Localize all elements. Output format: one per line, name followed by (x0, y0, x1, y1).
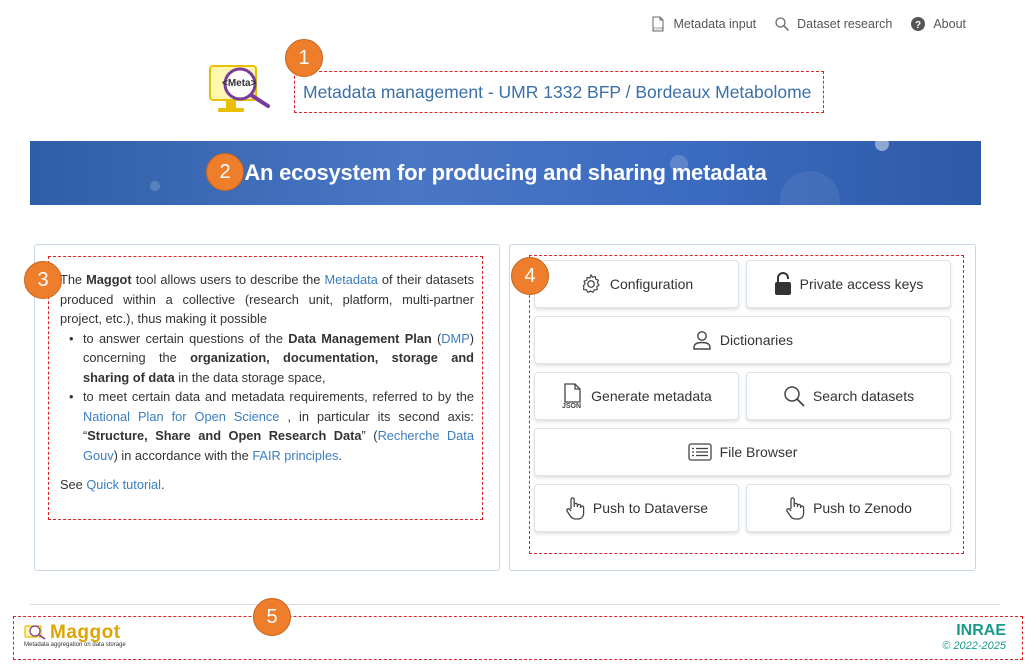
push-to-dataverse-button[interactable]: Push to Dataverse (534, 484, 739, 532)
intro-text-fragment: . (161, 477, 165, 492)
footer-divider (30, 604, 1000, 605)
footer-annotation-box (13, 616, 1023, 660)
file-browser-label: File Browser (719, 444, 798, 460)
nav-metadata-input-label: Metadata input (673, 17, 757, 31)
intro-list: to answer certain questions of the Data … (60, 329, 474, 466)
intro-text-fragment: ) in accordance with the (113, 447, 253, 463)
fair-principles-link[interactable]: FAIR principles (252, 448, 338, 463)
maggot-logo-icon (24, 625, 46, 640)
dictionaries-label: Dictionaries (719, 332, 794, 348)
metadata-link[interactable]: Metadata (324, 272, 377, 287)
list-item: to answer certain questions of the Data … (69, 329, 474, 388)
intro-text-fragment: concerning the (83, 350, 191, 365)
logo-text: <Meta> (222, 78, 257, 89)
help-icon: ? (911, 17, 926, 31)
configuration-label: Configuration (609, 276, 694, 292)
nav-about[interactable]: ? About (910, 16, 966, 32)
intro-text: The Maggot tool allows users to describe… (60, 270, 474, 495)
inrae-logo[interactable]: INRAE (942, 622, 1006, 640)
callout-badge-5: 5 (253, 598, 291, 636)
json-file-icon: JSON (652, 16, 664, 32)
generate-metadata-button[interactable]: JSON Generate metadata (534, 372, 739, 420)
private-access-keys-button[interactable]: Private access keys (746, 260, 951, 308)
push-to-zenodo-button[interactable]: Push to Zenodo (746, 484, 951, 532)
nav-about-label: About (933, 17, 966, 31)
inrae-block: INRAE © 2022-2025 (942, 622, 1006, 652)
generate-metadata-label: Generate metadata (591, 388, 712, 404)
list-item: to meet certain data and metadata requir… (69, 387, 474, 465)
banner: An ecosystem for producing and sharing m… (30, 141, 981, 205)
callout-badge-4: 4 (511, 257, 549, 295)
gear-icon (582, 274, 600, 293)
intro-text-fragment: ( (431, 330, 442, 346)
push-to-dataverse-label: Push to Dataverse (592, 500, 709, 516)
pointer-hand-icon (786, 497, 805, 520)
private-access-keys-label: Private access keys (799, 276, 924, 292)
maggot-logo-row: Maggot (24, 622, 126, 644)
top-nav: JSON Metadata input Dataset research ? A… (650, 16, 966, 32)
nav-dataset-research[interactable]: Dataset research (774, 16, 892, 32)
intro-text-fragment: ” ( (361, 428, 378, 443)
axis-term: Structure, Share and Open Research Data (87, 428, 362, 443)
list-icon (687, 443, 712, 461)
see-tutorial: See Quick tutorial. (60, 475, 474, 495)
callout-badge-2: 2 (206, 153, 244, 191)
intro-text-fragment: to answer certain questions of the (83, 330, 289, 346)
callout-badge-3: 3 (24, 261, 62, 299)
monitor-magnifier-logo (209, 65, 270, 112)
meta-logo: <Meta> (208, 64, 278, 118)
app-title-box: Metadata management - UMR 1332 BFP / Bor… (294, 71, 824, 113)
nav-dataset-research-label: Dataset research (797, 17, 893, 31)
json-file-icon: JSON (562, 383, 581, 409)
intro-paragraph: The Maggot tool allows users to describe… (60, 270, 474, 329)
search-datasets-button[interactable]: Search datasets (746, 372, 951, 420)
intro-text-fragment: to meet certain data and metadata requir… (83, 389, 474, 404)
callout-badge-1: 1 (285, 39, 323, 77)
pointer-hand-icon (566, 497, 585, 520)
app-title[interactable]: Metadata management - UMR 1332 BFP / Bor… (303, 82, 811, 103)
nav-metadata-input[interactable]: JSON Metadata input (650, 16, 756, 32)
dmp-term: Data Management Plan (288, 330, 432, 346)
quick-tutorial-link[interactable]: Quick tutorial (86, 477, 161, 492)
maggot-wordmark: Maggot (50, 622, 121, 643)
search-icon (775, 17, 790, 32)
search-datasets-label: Search datasets (812, 388, 915, 404)
dictionaries-button[interactable]: Dictionaries (534, 316, 951, 364)
lock-icon (774, 272, 791, 295)
intro-text-fragment: . (338, 447, 342, 463)
svg-text:?: ? (915, 20, 921, 31)
maggot-tagline: Metadata aggregation on data storage (24, 642, 126, 648)
push-to-zenodo-label: Push to Zenodo (813, 500, 912, 516)
maggot-name: Maggot (86, 272, 132, 287)
configuration-button[interactable]: Configuration (534, 260, 739, 308)
intro-text-fragment: The (60, 272, 87, 287)
svg-text:JSON: JSON (654, 27, 664, 31)
user-icon (693, 331, 711, 350)
intro-text-fragment: See (60, 477, 87, 492)
intro-text-fragment: in the data storage space, (174, 369, 326, 385)
dmp-link[interactable]: DMP (441, 331, 469, 346)
search-icon (784, 386, 805, 407)
maggot-logo: Maggot Metadata aggregation on data stor… (24, 622, 126, 648)
open-science-link[interactable]: National Plan for Open Science (83, 409, 279, 424)
intro-text-fragment: tool allows users to describe the (131, 272, 325, 287)
svg-text:JSON: JSON (562, 403, 581, 409)
banner-title: An ecosystem for producing and sharing m… (244, 160, 767, 185)
intro-text-fragment: ) (469, 330, 474, 346)
file-browser-button[interactable]: File Browser (534, 428, 951, 476)
copyright: © 2022-2025 (942, 640, 1006, 652)
